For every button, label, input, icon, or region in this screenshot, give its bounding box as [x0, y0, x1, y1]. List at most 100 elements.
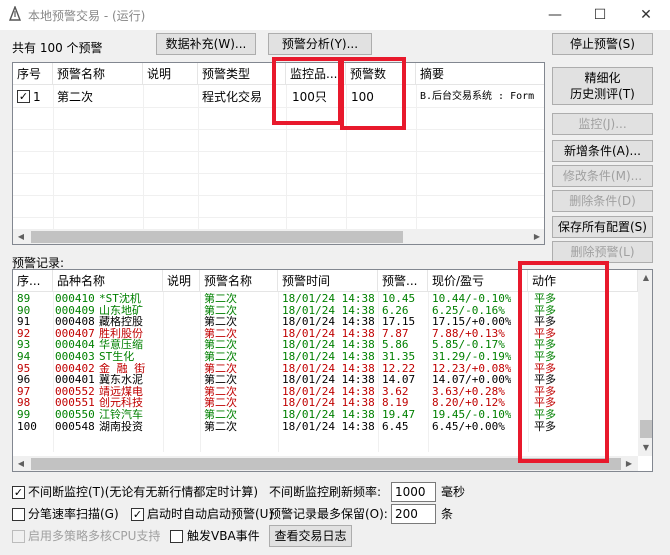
record-seq: 91: [17, 316, 31, 329]
rec-header-price[interactable]: 预警...: [378, 270, 428, 292]
rec-header-name[interactable]: 品种名称: [53, 270, 163, 292]
record-pnl: 8.20/+0.12%: [432, 397, 505, 410]
alerts-hscrollbar[interactable]: ◀ ▶: [13, 229, 544, 244]
backtest-button[interactable]: 精细化 历史测评(T): [552, 67, 653, 105]
grid-line: [163, 292, 164, 452]
record-time: 18/01/24 14:38: [282, 362, 375, 375]
alert-row-checkbox[interactable]: ✓: [17, 90, 30, 103]
scroll-down-icon[interactable]: ▼: [638, 440, 652, 456]
record-pnl: 14.07/+0.00%: [432, 374, 512, 387]
scroll-up-icon[interactable]: ▲: [638, 270, 652, 286]
record-seq: 93: [17, 339, 31, 352]
auto-start-checkbox[interactable]: ✓: [131, 508, 144, 521]
record-pnl: 10.44/-0.10%: [432, 293, 512, 305]
close-button[interactable]: ✕: [624, 2, 668, 28]
rec-header-alert[interactable]: 预警名称: [200, 270, 278, 292]
alert-analysis-button[interactable]: 预警分析(Y)...: [268, 33, 372, 55]
vba-event-checkbox[interactable]: [170, 530, 183, 543]
record-alert: 第二次: [204, 351, 237, 363]
record-alert: 第二次: [204, 327, 237, 340]
rec-header-seq[interactable]: 序...: [13, 270, 53, 292]
rec-header-time[interactable]: 预警时间: [278, 270, 378, 292]
record-alert: 第二次: [204, 293, 237, 305]
keep-unit-label: 条: [441, 507, 454, 521]
record-price: 5.86: [382, 339, 409, 352]
record-price: 12.22: [382, 362, 416, 375]
monitor-button[interactable]: 监控(J)...: [552, 113, 653, 135]
rec-header-desc[interactable]: 说明: [163, 270, 200, 292]
rec-scroll-left-icon[interactable]: ◀: [13, 456, 29, 471]
alert-row-type: 程式化交易: [202, 90, 263, 104]
save-config-button[interactable]: 保存所有配置(S): [552, 216, 653, 238]
tick-scan-label: 分笔速率扫描(G): [28, 507, 119, 521]
record-time: 18/01/24 14:38: [282, 327, 375, 340]
col-header-desc[interactable]: 说明: [143, 63, 198, 85]
alert-row-index: 1: [33, 90, 41, 104]
delete-condition-button[interactable]: 删除条件(D): [552, 190, 653, 212]
record-code: 000408: [55, 316, 95, 329]
record-price: 17.15: [382, 316, 416, 329]
rec-header-pnl[interactable]: 现价/盈亏: [428, 270, 528, 292]
alert-row-summary: B.后台交易系统 : Form: [420, 91, 535, 102]
record-code: 000407: [55, 327, 95, 340]
record-code: 000552: [55, 385, 95, 398]
record-time: 18/01/24 14:38: [282, 339, 375, 352]
rec-scroll-right-icon[interactable]: ▶: [621, 456, 637, 471]
multi-cpu-label: 启用多策略多核CPU支持: [28, 529, 161, 543]
multi-cpu-checkbox[interactable]: [12, 530, 25, 543]
refresh-unit-label: 毫秒: [441, 485, 466, 499]
record-seq: 97: [17, 385, 31, 398]
record-alert: 第二次: [204, 362, 237, 375]
data-supplement-button[interactable]: 数据补充(W)...: [156, 33, 256, 55]
app-icon: [8, 6, 22, 21]
record-code: 000551: [55, 397, 95, 410]
record-seq: 98: [17, 397, 31, 410]
tick-scan-checkbox[interactable]: [12, 508, 25, 521]
stop-alert-button[interactable]: 停止预警(S): [552, 33, 653, 55]
record-price: 6.26: [382, 304, 409, 317]
record-alert: 第二次: [204, 409, 237, 421]
record-alert: 第二次: [204, 385, 237, 398]
modify-condition-button[interactable]: 修改条件(M)...: [552, 165, 653, 187]
record-code: 000548: [55, 420, 95, 433]
record-code: 000401: [55, 374, 95, 387]
grid-line: [378, 292, 379, 452]
record-pnl: 3.63/+0.28%: [432, 385, 505, 398]
record-time: 18/01/24 14:38: [282, 385, 375, 398]
record-time: 18/01/24 14:38: [282, 293, 375, 305]
record-time: 18/01/24 14:38: [282, 420, 375, 433]
record-seq: 99: [17, 409, 31, 421]
col-header-index[interactable]: 序号: [13, 63, 53, 85]
auto-start-label: 启动时自动启动预警(U): [147, 507, 274, 521]
records-vscrollbar[interactable]: ▲ ▼: [638, 270, 652, 456]
record-seq: 90: [17, 304, 31, 317]
refresh-rate-label: 不间断监控刷新频率:: [269, 485, 382, 499]
scroll-right-icon[interactable]: ▶: [529, 229, 544, 244]
add-condition-button[interactable]: 新增条件(A)...: [552, 140, 653, 162]
record-name: 湖南投资: [99, 420, 143, 433]
record-code: 000403: [55, 351, 95, 363]
col-header-name[interactable]: 预警名称: [53, 63, 143, 85]
record-time: 18/01/24 14:38: [282, 351, 375, 363]
col-header-summary[interactable]: 摘要: [416, 63, 544, 85]
record-time: 18/01/24 14:38: [282, 409, 375, 421]
minimize-button[interactable]: —: [533, 2, 577, 28]
record-name: 华意压缩: [99, 339, 143, 352]
record-pnl: 5.85/-0.17%: [432, 339, 505, 352]
record-price: 14.07: [382, 374, 416, 387]
scroll-left-icon[interactable]: ◀: [13, 229, 29, 244]
delete-alert-button[interactable]: 删除预警(L): [552, 241, 653, 263]
record-seq: 89: [17, 293, 31, 305]
vscroll-thumb[interactable]: [640, 420, 652, 438]
record-code: 000410: [55, 293, 95, 305]
view-trade-log-button[interactable]: 查看交易日志: [269, 525, 352, 547]
keep-records-input[interactable]: 200: [391, 504, 436, 524]
continuous-monitor-checkbox[interactable]: ✓: [12, 486, 25, 499]
highlight-monitor-column: [272, 57, 342, 125]
scroll-thumb[interactable]: [31, 231, 403, 243]
record-seq: 96: [17, 374, 31, 387]
record-name: 藏格控股: [99, 316, 143, 329]
refresh-rate-input[interactable]: 1000: [391, 482, 436, 502]
record-pnl: 6.25/-0.16%: [432, 304, 505, 317]
maximize-button[interactable]: ☐: [578, 2, 622, 28]
